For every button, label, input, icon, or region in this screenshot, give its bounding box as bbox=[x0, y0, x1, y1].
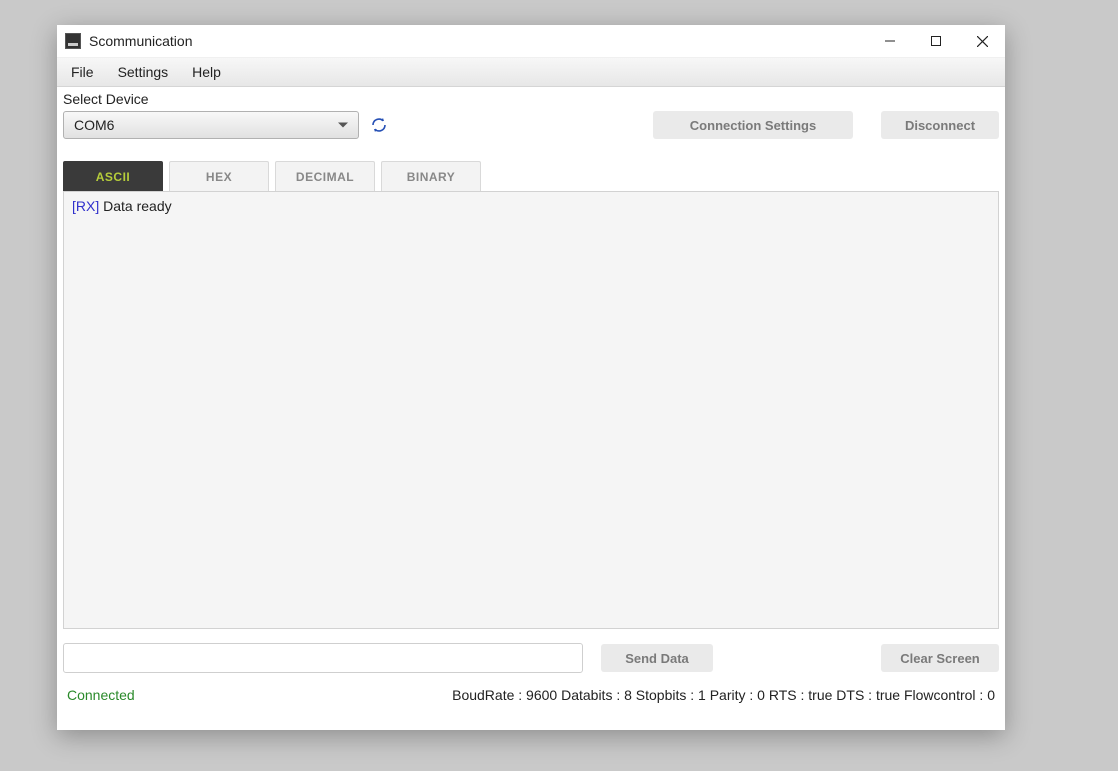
send-input[interactable] bbox=[63, 643, 583, 673]
app-icon bbox=[65, 33, 81, 49]
device-row: COM6 Connection Settings Disconnect bbox=[63, 111, 999, 139]
tab-decimal[interactable]: DECIMAL bbox=[275, 161, 375, 191]
minimize-button[interactable] bbox=[867, 25, 913, 57]
menu-settings[interactable]: Settings bbox=[118, 64, 169, 80]
select-device-label: Select Device bbox=[63, 87, 999, 111]
close-button[interactable] bbox=[959, 25, 1005, 57]
menu-help[interactable]: Help bbox=[192, 64, 221, 80]
window-title: Scommunication bbox=[89, 33, 867, 49]
refresh-icon[interactable] bbox=[369, 115, 389, 135]
rx-tag: [RX] bbox=[72, 198, 99, 214]
clear-screen-button[interactable]: Clear Screen bbox=[881, 644, 999, 672]
status-info: BoudRate : 9600 Databits : 8 Stopbits : … bbox=[452, 687, 995, 703]
window-controls bbox=[867, 25, 1005, 57]
device-select[interactable]: COM6 bbox=[63, 111, 359, 139]
console-output[interactable]: [RX] Data ready bbox=[63, 191, 999, 629]
send-data-button[interactable]: Send Data bbox=[601, 644, 713, 672]
send-row: Send Data Clear Screen bbox=[63, 643, 999, 673]
maximize-button[interactable] bbox=[913, 25, 959, 57]
menu-file[interactable]: File bbox=[71, 64, 94, 80]
chevron-down-icon bbox=[338, 123, 348, 128]
app-window: Scommunication File Settings Help Select… bbox=[57, 25, 1005, 730]
tab-hex[interactable]: HEX bbox=[169, 161, 269, 191]
tab-ascii[interactable]: ASCII bbox=[63, 161, 163, 191]
tab-binary[interactable]: BINARY bbox=[381, 161, 481, 191]
titlebar: Scommunication bbox=[57, 25, 1005, 57]
console-line: [RX] Data ready bbox=[72, 198, 990, 214]
rx-text: Data ready bbox=[99, 198, 171, 214]
connection-settings-button[interactable]: Connection Settings bbox=[653, 111, 853, 139]
menubar: File Settings Help bbox=[57, 57, 1005, 87]
disconnect-button[interactable]: Disconnect bbox=[881, 111, 999, 139]
status-connection: Connected bbox=[67, 687, 135, 703]
status-bar: Connected BoudRate : 9600 Databits : 8 S… bbox=[63, 679, 999, 711]
content-area: Select Device COM6 Connection Settings D… bbox=[57, 87, 1005, 730]
device-select-value: COM6 bbox=[74, 117, 114, 133]
format-tabs: ASCII HEX DECIMAL BINARY bbox=[63, 161, 999, 191]
